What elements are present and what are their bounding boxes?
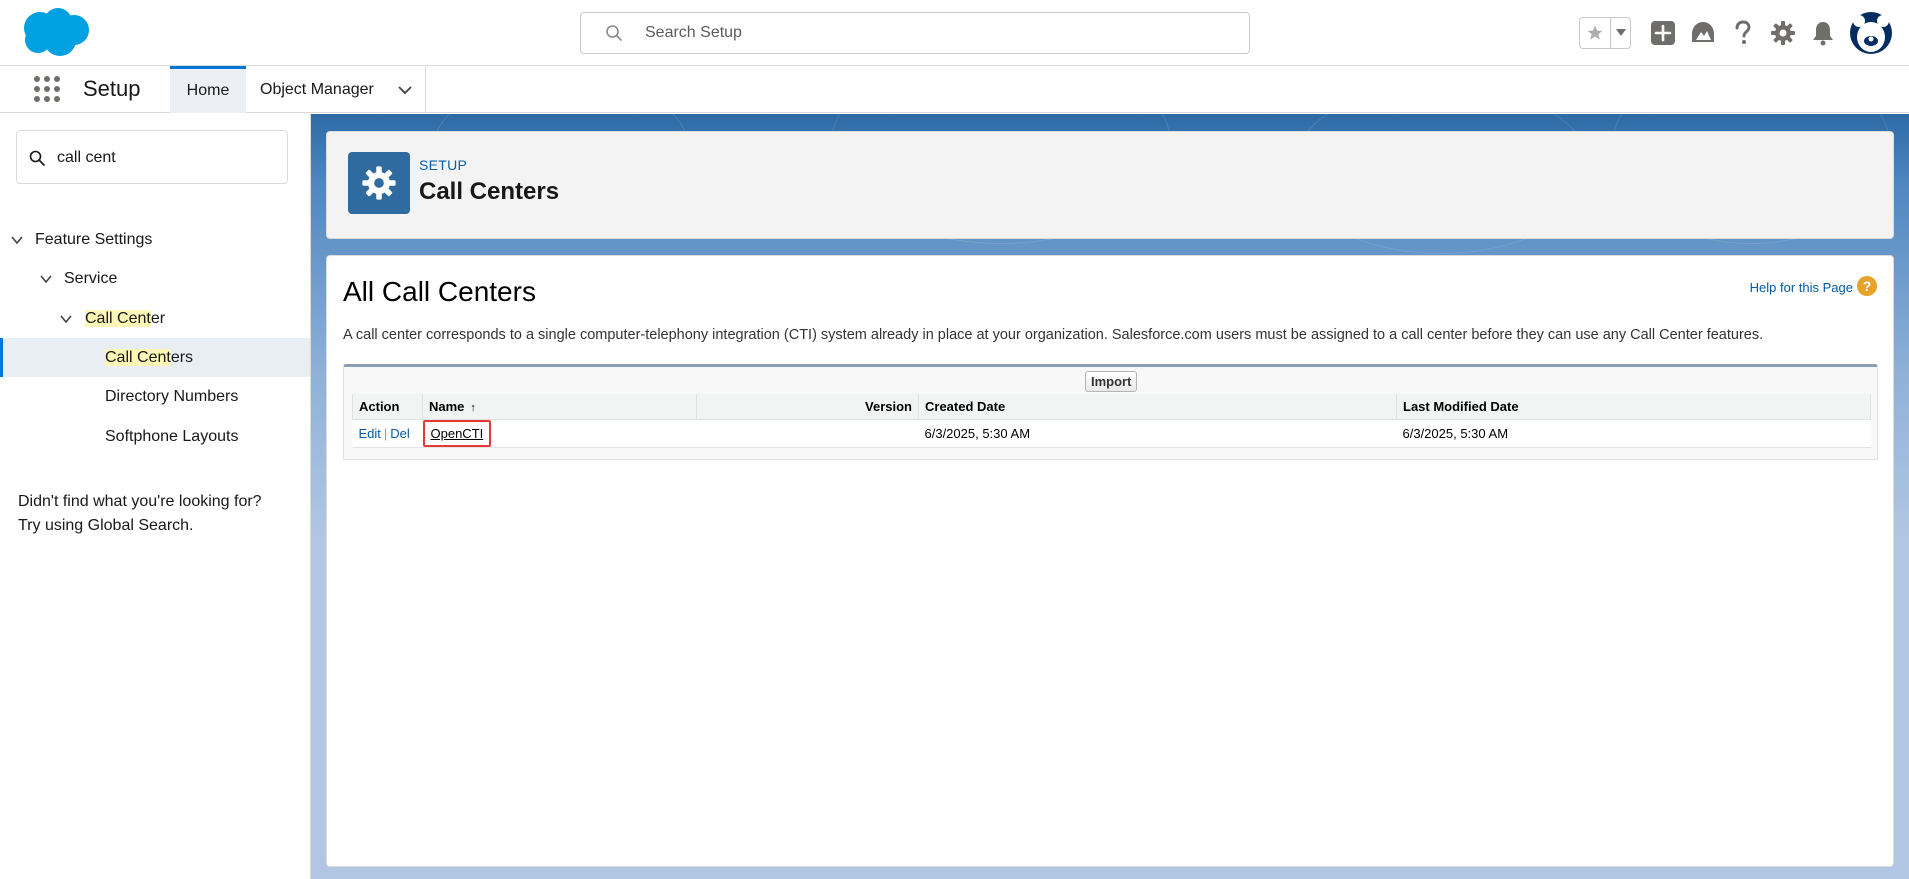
search-icon	[606, 25, 622, 41]
search-match-highlight: Call Cent	[105, 348, 171, 366]
call-centers-list: Import Action Name ↑ Version Created Date…	[343, 364, 1878, 460]
help-question-icon[interactable]: ?	[1857, 276, 1877, 296]
row-created-date: 6/3/2025, 5:30 AM	[918, 419, 1397, 448]
column-header-name[interactable]: Name ↑	[422, 394, 697, 420]
chevron-down-icon[interactable]	[10, 233, 24, 247]
favorites-group	[1579, 17, 1631, 49]
row-last-modified-date: 6/3/2025, 5:30 AM	[1396, 419, 1871, 448]
app-launcher-icon[interactable]	[33, 75, 61, 103]
tree-label: Feature Settings	[35, 230, 153, 248]
setup-page-icon	[348, 152, 410, 214]
delete-link[interactable]: Del	[390, 426, 410, 441]
table-header-row: Action Name ↑ Version Created Date Last M…	[352, 394, 1871, 420]
content-panel: All Call Centers Help for this Page ? A …	[326, 255, 1894, 867]
chevron-down-icon[interactable]	[397, 82, 413, 98]
global-actions-button[interactable]	[1643, 13, 1683, 53]
chevron-down-icon	[1615, 29, 1626, 36]
tree-item-service[interactable]: Service	[0, 259, 310, 298]
star-icon	[1587, 25, 1603, 40]
sort-ascending-icon: ↑	[470, 401, 476, 414]
edit-link[interactable]: Edit	[359, 426, 381, 441]
row-name-cell: OpenCTI	[422, 419, 697, 448]
help-for-this-page-link[interactable]: Help for this Page	[1750, 280, 1853, 295]
call-centers-table: Action Name ↑ Version Created Date Last M…	[352, 394, 1871, 448]
app-name: Setup	[83, 76, 141, 101]
tree-item-call-centers[interactable]: Call Centers	[0, 338, 310, 377]
favorites-dropdown-button[interactable]	[1610, 18, 1630, 48]
not-found-line-2: Try using Global Search.	[18, 517, 194, 534]
action-separator: |	[383, 425, 388, 441]
setup-sidebar: Feature Settings Service Call Center Cal…	[0, 114, 311, 879]
page-title: Call Centers	[419, 178, 560, 205]
tree-label: Call Centers	[105, 348, 194, 367]
tree-label: Directory Numbers	[105, 387, 239, 405]
tree-label: Call Center	[85, 309, 166, 328]
salesforce-logo[interactable]	[16, 6, 92, 60]
global-search-box[interactable]	[580, 12, 1250, 54]
import-button[interactable]: Import	[1085, 371, 1138, 392]
app-navigation-bar: Setup Home Object Manager	[0, 66, 1909, 113]
tree-item-softphone-layouts[interactable]: Softphone Layouts	[0, 417, 310, 456]
tree-label: Softphone Layouts	[105, 427, 239, 445]
search-icon	[29, 150, 45, 166]
favorites-star-button[interactable]	[1580, 18, 1610, 48]
tree-item-feature-settings[interactable]: Feature Settings	[0, 220, 310, 259]
not-found-line-1: Didn't find what you're looking for?	[18, 493, 262, 510]
tree-item-directory-numbers[interactable]: Directory Numbers	[0, 377, 310, 416]
help-icon	[1735, 20, 1751, 44]
setup-button[interactable]	[1763, 13, 1803, 53]
search-match-highlight: Call Cent	[85, 309, 151, 327]
add-icon	[1651, 21, 1675, 45]
help-button[interactable]	[1723, 13, 1763, 53]
column-header-last-modified-date[interactable]: Last Modified Date	[1396, 394, 1871, 420]
quick-find-input[interactable]	[57, 147, 277, 169]
tab-home[interactable]: Home	[170, 66, 246, 113]
tab-object-manager[interactable]: Object Manager	[246, 66, 426, 113]
list-title: All Call Centers	[343, 276, 536, 307]
global-search-input[interactable]	[645, 21, 1235, 45]
tree-label-rest: ers	[170, 348, 194, 366]
notifications-button[interactable]	[1803, 13, 1843, 53]
page-eyebrow: SETUP	[419, 157, 468, 173]
setup-gear-icon	[1771, 21, 1795, 45]
gear-icon	[362, 166, 396, 200]
tree-label: Service	[64, 269, 118, 287]
page-description: A call center corresponds to a single co…	[343, 327, 1764, 343]
column-header-created-date[interactable]: Created Date	[918, 394, 1397, 420]
table-row: Edit | Del OpenCTI 6/3/2025, 5:30 AM 6/3/2…	[352, 419, 1871, 448]
chevron-down-icon[interactable]	[39, 272, 53, 286]
call-center-name-link[interactable]: OpenCTI	[422, 419, 492, 447]
trailhead-icon	[1692, 22, 1714, 42]
column-header-action: Action	[352, 394, 423, 420]
row-version	[696, 419, 919, 448]
column-header-version[interactable]: Version	[696, 394, 919, 420]
column-header-name-label: Name	[429, 398, 465, 414]
header-utility-icons	[1579, 10, 1893, 56]
not-found-message: Didn't find what you're looking for? Try…	[18, 490, 298, 538]
tab-object-manager-label: Object Manager	[260, 80, 374, 98]
row-actions: Edit | Del	[352, 419, 423, 448]
global-header	[0, 0, 1909, 66]
quick-find-box[interactable]	[16, 130, 288, 184]
notification-bell-icon	[1813, 22, 1833, 46]
tree-item-call-center[interactable]: Call Center	[0, 299, 310, 338]
tree-label-rest: er	[150, 309, 166, 327]
user-avatar[interactable]	[1849, 11, 1893, 55]
trailhead-button[interactable]	[1683, 13, 1723, 53]
chevron-down-icon[interactable]	[59, 312, 73, 326]
page-header: SETUP Call Centers	[326, 131, 1894, 239]
